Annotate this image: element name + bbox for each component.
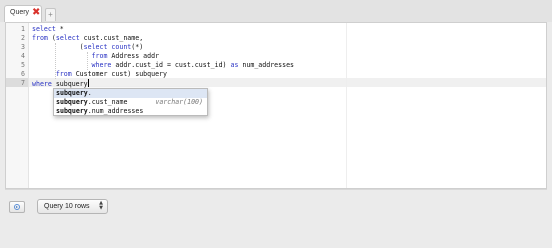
query-rows-select[interactable]: Query 10 rows ▲ ▼ xyxy=(37,199,108,214)
select-arrows-icon: ▲ ▼ xyxy=(99,201,103,211)
line-number: 2 xyxy=(21,34,25,42)
autocomplete-match: subquery xyxy=(56,98,88,106)
line-number: 3 xyxy=(21,43,25,51)
autocomplete-rest: .num_addresses xyxy=(87,107,144,115)
sql-editor[interactable]: 1 2 3 4 5 6 7 select * from (select cust… xyxy=(5,22,547,189)
query-rows-value: Query 10 rows xyxy=(44,203,90,210)
code-line: (select count(*) xyxy=(32,43,144,51)
close-icon[interactable]: ✖ xyxy=(32,7,40,19)
autocomplete-item[interactable]: subquery. xyxy=(54,89,207,98)
new-tab-button[interactable]: + xyxy=(45,8,56,21)
code-line: from Customer cust) subquery xyxy=(55,70,167,78)
line-number: 7 xyxy=(21,79,25,87)
autocomplete-match: subquery xyxy=(56,107,88,115)
tab-label: Query xyxy=(10,9,30,16)
line-number: 1 xyxy=(21,25,25,33)
code-line: select * xyxy=(32,25,64,33)
autocomplete-rest: . xyxy=(87,89,92,97)
autocomplete-rest: .cust_name xyxy=(87,98,128,106)
code-line: from Address addr xyxy=(91,52,160,60)
arrow-down-glyph: ▼ xyxy=(99,205,103,211)
code-line: where addr.cust_id = cust.cust_id) as nu… xyxy=(91,61,295,69)
tab-query[interactable]: Query ✖ xyxy=(4,5,42,22)
line-number: 6 xyxy=(21,70,25,78)
print-margin xyxy=(346,23,347,188)
autocomplete-popup[interactable]: subquery. subquery.cust_name varchar(100… xyxy=(53,88,208,116)
autocomplete-item[interactable]: subquery.num_addresses xyxy=(54,107,207,116)
line-number: 5 xyxy=(21,61,25,69)
tab-bar: Query ✖ + xyxy=(0,0,552,22)
play-triangle xyxy=(16,205,18,208)
divider xyxy=(5,189,547,190)
autocomplete-match: subquery xyxy=(56,89,88,97)
code-line: from (select cust.cust_name, xyxy=(32,34,144,42)
line-number-gutter: 1 2 3 4 5 6 7 xyxy=(6,23,29,188)
autocomplete-item[interactable]: subquery.cust_name varchar(100) xyxy=(54,98,207,107)
run-query-button[interactable] xyxy=(9,201,25,213)
text-cursor xyxy=(87,79,89,87)
autocomplete-type: varchar(100) xyxy=(155,98,203,106)
line-number: 4 xyxy=(21,52,25,60)
active-line-highlight xyxy=(29,78,546,87)
